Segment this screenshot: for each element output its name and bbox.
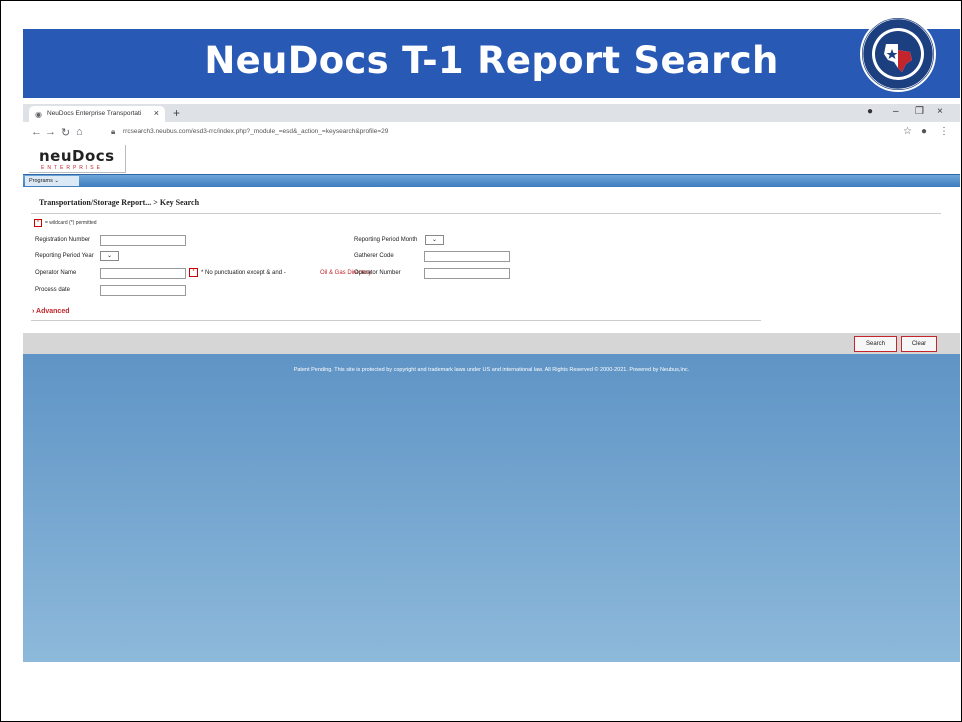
divider [31, 320, 761, 321]
app-header: neuDocs ENTERPRISE [23, 144, 960, 174]
slide-title-bar: NeuDocs T-1 Report Search [23, 29, 960, 98]
process-date-input[interactable] [100, 285, 186, 296]
operator-name-label: Operator Name [35, 270, 77, 276]
programs-menu-label: Programs ⌄ [29, 178, 59, 184]
minimize-icon[interactable]: – [893, 106, 899, 117]
window-close-icon[interactable]: × [937, 106, 943, 117]
lock-icon: 🔒︎ [111, 127, 116, 136]
tab-title: NeuDocs Enterprise Transportati [47, 110, 142, 117]
slide-title: NeuDocs T-1 Report Search [204, 39, 779, 82]
registration-number-label: Registration Number [35, 237, 91, 243]
footer: Patent Pending. This site is protected b… [23, 354, 960, 662]
advanced-toggle[interactable]: › Advanced [32, 308, 70, 315]
browser-tab[interactable]: ◉ NeuDocs Enterprise Transportati × [29, 106, 165, 122]
search-form: Transportation/Storage Report... > Key S… [23, 187, 960, 353]
browser-address-bar: ← → ↻ ⌂ 🔒︎ rrcsearch3.neubus.com/esd3-rr… [23, 122, 960, 145]
url-field[interactable]: rrcsearch3.neubus.com/esd3-rrc/index.php… [123, 128, 388, 135]
search-button[interactable]: Search [854, 336, 897, 352]
chevron-right-icon: › [32, 308, 35, 315]
reload-icon[interactable]: ↻ [61, 126, 70, 139]
breadcrumb: Transportation/Storage Report... > Key S… [39, 198, 200, 207]
back-icon[interactable]: ← [31, 126, 42, 138]
gatherer-code-input[interactable] [424, 251, 510, 262]
tab-close-icon[interactable]: × [154, 108, 159, 118]
divider [31, 213, 941, 214]
operator-number-label: Operator Number [354, 270, 401, 276]
reporting-period-month-select[interactable]: ⌄ [425, 235, 444, 245]
globe-icon: ◉ [35, 110, 42, 119]
wildcard-marker-icon: * [189, 268, 198, 277]
reporting-period-month-label: Reporting Period Month [354, 237, 418, 243]
wildcard-icon: * [34, 219, 42, 227]
browser-tab-strip: ◉ NeuDocs Enterprise Transportati × + ● … [23, 104, 960, 122]
home-icon[interactable]: ⌂ [76, 126, 83, 138]
advanced-label: Advanced [36, 308, 70, 315]
gatherer-code-label: Gatherer Code [354, 253, 394, 259]
operator-number-input[interactable] [424, 268, 510, 279]
account-icon[interactable]: ● [921, 126, 927, 137]
programs-menu[interactable]: Programs ⌄ [25, 176, 79, 186]
footer-text: Patent Pending. This site is protected b… [293, 367, 690, 373]
wildcard-note: = wildcard (*) permitted [45, 220, 97, 226]
star-icon[interactable]: ☆ [903, 126, 912, 137]
new-tab-icon[interactable]: + [173, 106, 180, 120]
logo-main-text: neuDocs [39, 147, 115, 165]
profile-icon[interactable]: ● [867, 106, 873, 117]
button-bar: Search Clear [23, 333, 960, 354]
menu-icon[interactable]: ⋮ [939, 126, 949, 137]
neudocs-logo[interactable]: neuDocs ENTERPRISE [29, 145, 126, 173]
restore-icon[interactable]: ❐ [915, 106, 924, 117]
reporting-period-year-label: Reporting Period Year [35, 253, 94, 259]
programs-bar: Programs ⌄ [23, 174, 960, 187]
logo-sub-text: ENTERPRISE [41, 165, 103, 171]
reporting-period-year-select[interactable]: ⌄ [100, 251, 119, 261]
wildcard-legend: * = wildcard (*) permitted [34, 219, 97, 227]
punctuation-note: * No punctuation except & and - [201, 270, 286, 276]
railroad-commission-seal-icon [860, 16, 936, 92]
process-date-label: Process date [35, 287, 71, 293]
registration-number-input[interactable] [100, 235, 186, 246]
clear-button[interactable]: Clear [901, 336, 937, 352]
operator-name-input[interactable] [100, 268, 186, 279]
forward-icon[interactable]: → [45, 126, 56, 138]
